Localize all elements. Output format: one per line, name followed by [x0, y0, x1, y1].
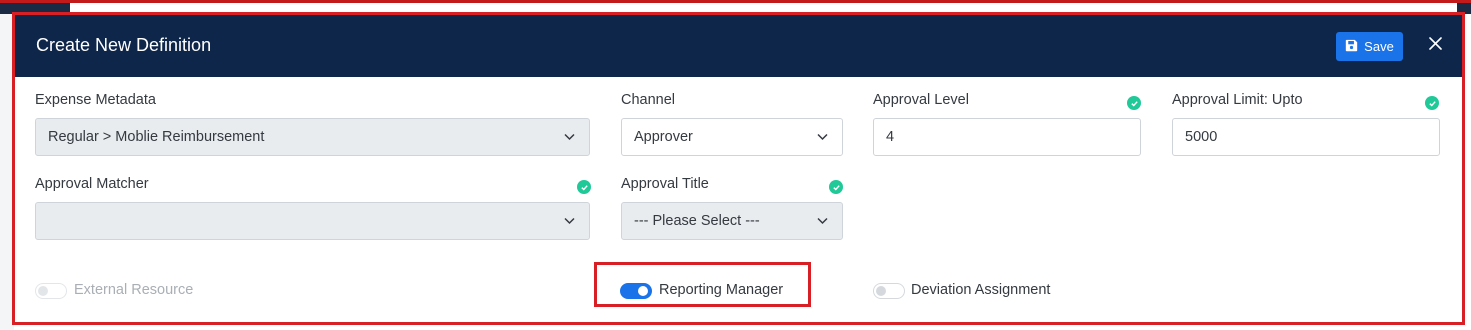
approval-limit-input[interactable]: 5000	[1172, 118, 1440, 156]
close-button[interactable]	[1422, 31, 1448, 61]
channel-select[interactable]: Approver	[621, 118, 843, 156]
expense-metadata-select[interactable]: Regular > Moblie Reimbursement	[35, 118, 590, 156]
deviation-assignment-toggle[interactable]	[873, 283, 905, 299]
check-circle-icon	[1127, 96, 1141, 110]
approval-level-label: Approval Level	[873, 92, 969, 108]
save-button[interactable]: Save	[1336, 32, 1403, 61]
floppy-disk-icon	[1345, 39, 1358, 55]
external-resource-label: External Resource	[74, 282, 194, 298]
toggle-knob	[876, 286, 886, 296]
external-resource-toggle[interactable]	[35, 283, 67, 299]
check-circle-icon	[829, 180, 843, 194]
chevron-down-icon	[564, 217, 575, 225]
background-highlight-edge	[0, 0, 1471, 3]
channel-value: Approver	[634, 129, 693, 145]
expense-metadata-label: Expense Metadata	[35, 92, 156, 108]
approval-limit-value: 5000	[1185, 129, 1218, 145]
modal-title: Create New Definition	[36, 35, 212, 55]
close-icon	[1428, 37, 1442, 55]
save-button-label: Save	[1364, 39, 1394, 54]
approval-title-value: --- Please Select ---	[634, 213, 760, 229]
approval-title-label: Approval Title	[621, 176, 709, 192]
highlight-box	[594, 262, 811, 307]
channel-label: Channel	[621, 92, 676, 108]
approval-title-select[interactable]: --- Please Select ---	[621, 202, 843, 240]
approval-limit-label: Approval Limit: Upto	[1172, 92, 1303, 108]
approval-matcher-select[interactable]	[35, 202, 590, 240]
deviation-assignment-label: Deviation Assignment	[911, 282, 1051, 298]
expense-metadata-value: Regular > Moblie Reimbursement	[48, 129, 265, 145]
toggle-knob	[38, 286, 48, 296]
approval-level-value: 4	[886, 129, 895, 145]
approval-matcher-label: Approval Matcher	[35, 176, 149, 192]
approval-level-input[interactable]: 4	[873, 118, 1141, 156]
chevron-down-icon	[817, 217, 828, 225]
chevron-down-icon	[564, 133, 575, 141]
check-circle-icon	[577, 180, 591, 194]
check-circle-icon	[1425, 96, 1439, 110]
modal-header: Create New Definition Save	[15, 15, 1462, 77]
chevron-down-icon	[817, 133, 828, 141]
